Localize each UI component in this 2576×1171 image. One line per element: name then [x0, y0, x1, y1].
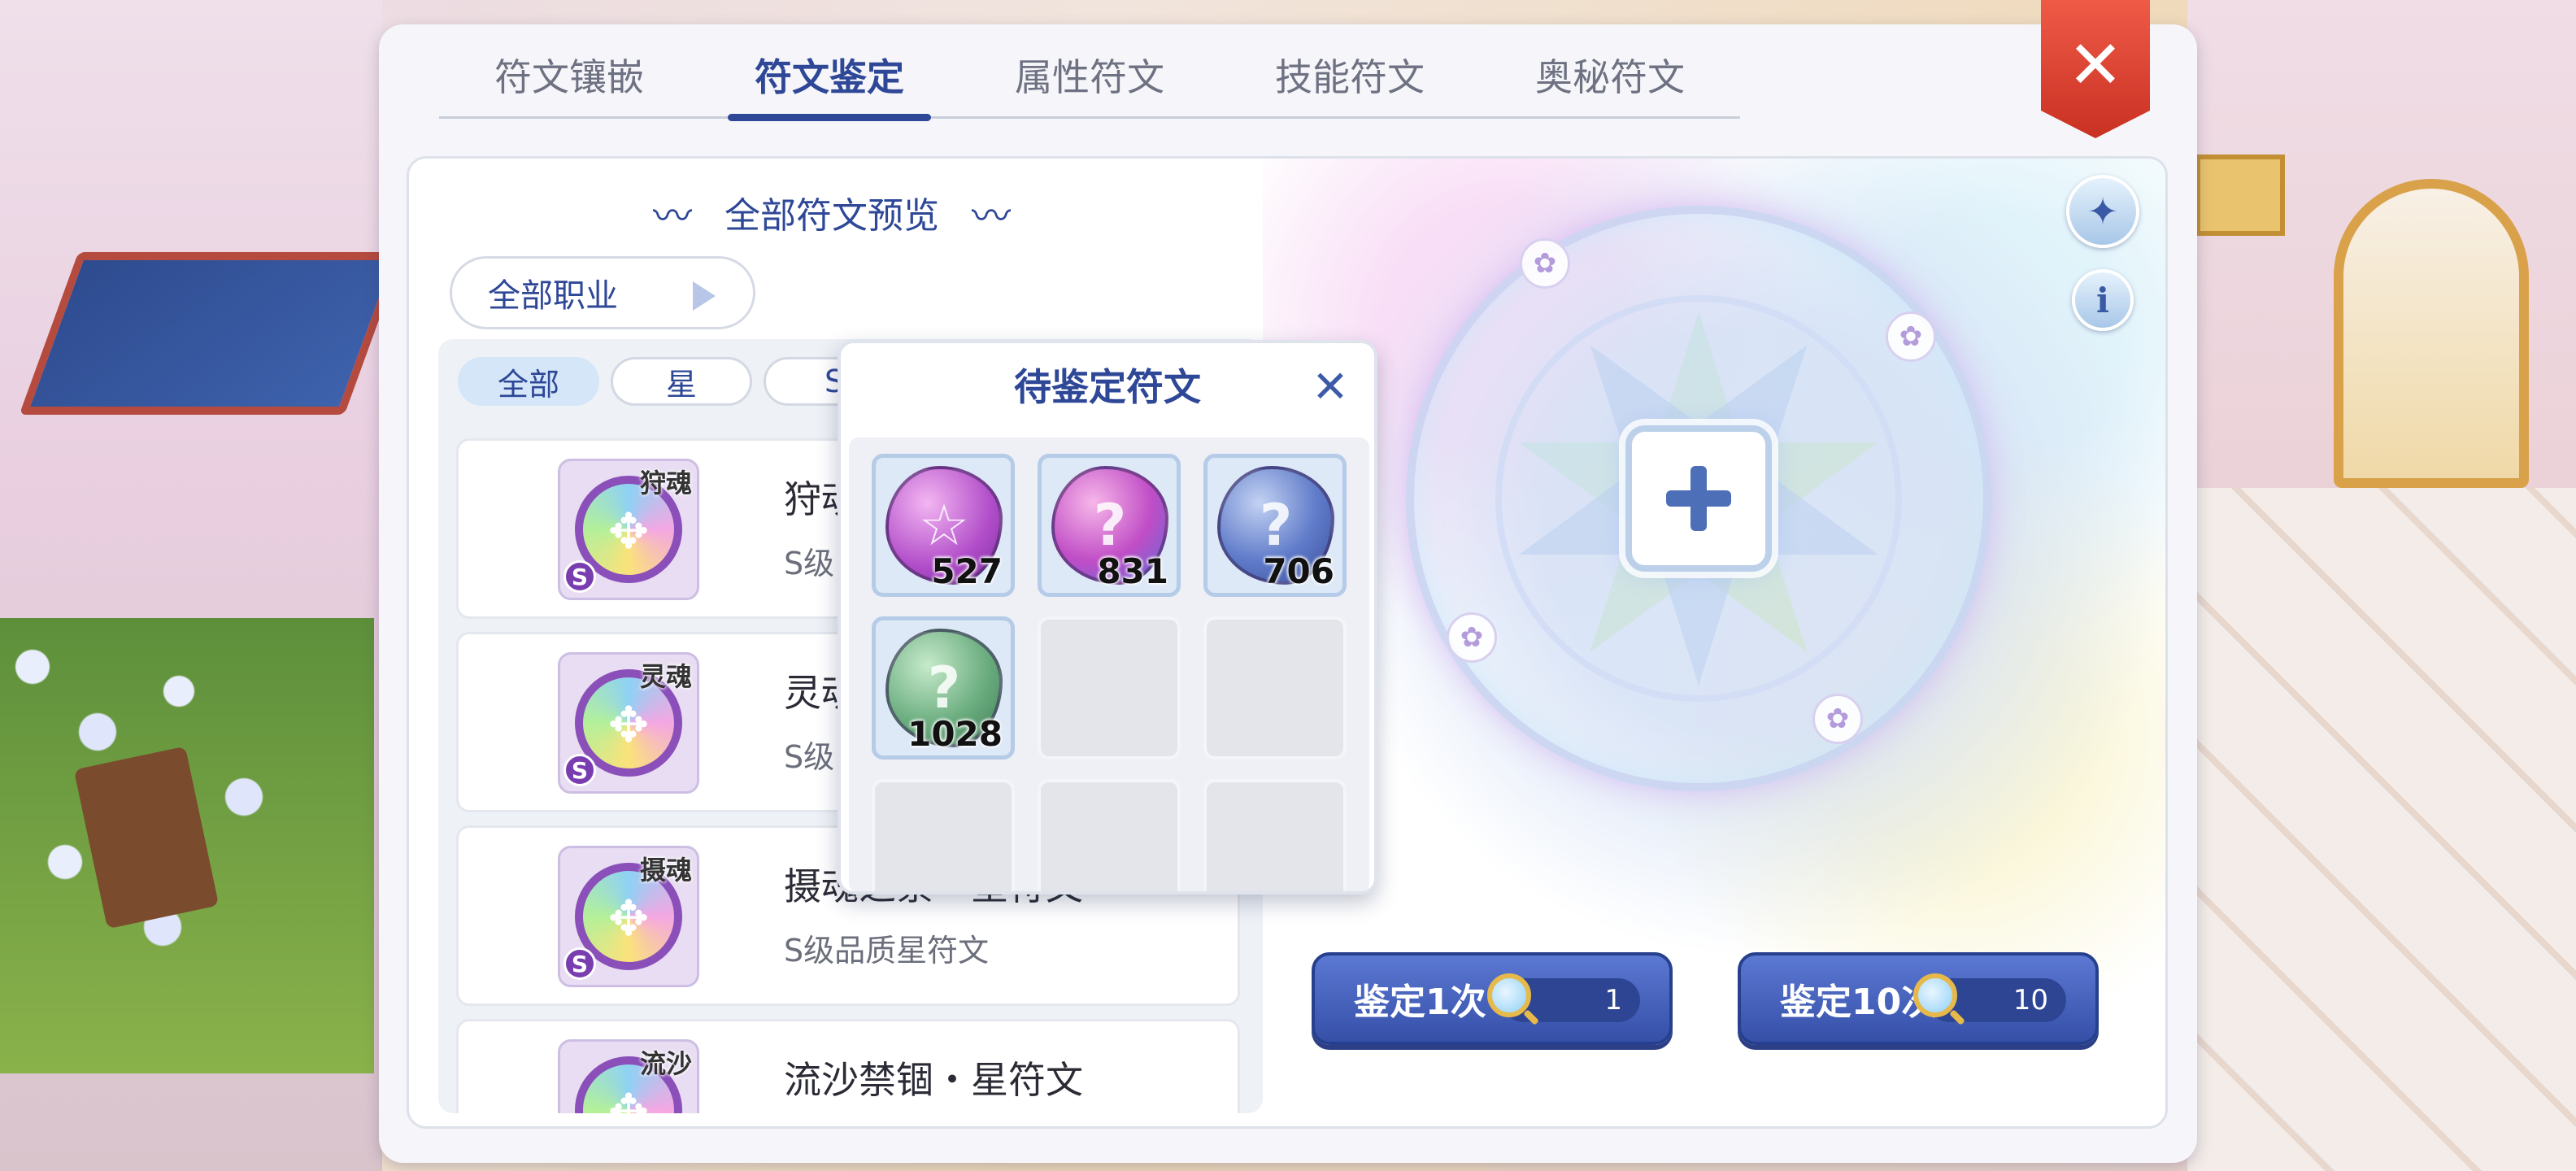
pending-rune-grid: ☆ 527 ? 831 ? 706 ? 1028: [849, 437, 1369, 891]
rune-glyph-icon: ✿: [1520, 238, 1570, 289]
rug: [19, 252, 404, 415]
grade-badge: S: [564, 947, 596, 980]
tab-rune-inlay[interactable]: 符文镶嵌: [439, 49, 699, 116]
cost-value: 10: [2012, 984, 2048, 1016]
magic-wand-icon: ✦: [2086, 189, 2119, 233]
appraise-once-button[interactable]: 鉴定1次 1: [1312, 952, 1673, 1045]
rune-tag: 灵魂: [639, 661, 692, 692]
rune-glyph-icon: ✿: [1812, 694, 1863, 744]
info-button[interactable]: i: [2072, 269, 2134, 331]
empty-slot: [1038, 616, 1181, 760]
job-filter-dropdown[interactable]: 全部职业: [450, 256, 755, 329]
pending-rune-slot[interactable]: ? 831: [1038, 454, 1181, 597]
appraise-once-label: 鉴定1次: [1354, 982, 1486, 1023]
magnifier-icon: [1913, 973, 1957, 1017]
empty-slot: [872, 779, 1015, 891]
filter-all[interactable]: 全部: [458, 357, 599, 406]
empty-slot: [1038, 779, 1181, 891]
rune-medallion-icon: 流沙: [558, 1039, 699, 1113]
tiled-floor: [2187, 488, 2576, 1171]
pending-rune-slot[interactable]: ? 706: [1203, 454, 1347, 597]
rune-subtitle: S级: [784, 546, 835, 581]
rune-medallion-icon: 灵魂 S: [558, 652, 699, 794]
rune-medallion-icon: 狩魂 S: [558, 459, 699, 600]
job-filter-label: 全部职业: [488, 277, 618, 315]
preview-title: 全部符文预览: [724, 195, 939, 237]
rune-subtitle: S级: [784, 739, 835, 775]
tab-attribute-runes[interactable]: 属性符文: [959, 49, 1220, 116]
cost-pill: 1: [1487, 973, 1640, 1022]
magnifier-icon: [1487, 973, 1531, 1017]
list-item[interactable]: 流沙 流沙禁锢・星符文: [456, 1019, 1240, 1113]
pending-rune-slot[interactable]: ? 1028: [872, 616, 1015, 760]
rune-tag: 流沙: [639, 1048, 692, 1079]
rune-medallion-icon: 摄魂 S: [558, 846, 699, 987]
empty-slot: [1203, 616, 1347, 760]
magic-wand-button[interactable]: ✦: [2066, 175, 2139, 248]
close-icon: ✕: [2067, 27, 2124, 104]
grade-badge: S: [564, 754, 596, 786]
rune-count: 706: [1263, 551, 1334, 591]
rune-count: 831: [1097, 551, 1168, 591]
rune-tag: 狩魂: [639, 468, 692, 498]
pending-rune-slot[interactable]: ☆ 527: [872, 454, 1015, 597]
rune-glyph-icon: ✿: [1886, 311, 1936, 362]
close-icon: ✕: [1312, 361, 1349, 412]
empty-slot: [1203, 779, 1347, 891]
cost-value: 1: [1604, 984, 1622, 1016]
rune-name: 流沙禁锢・星符文: [784, 1058, 1083, 1102]
pending-runes-popup: 待鉴定符文 ✕ ☆ 527 ? 831 ? 706 ? 1028: [838, 340, 1377, 895]
tab-skill-runes[interactable]: 技能符文: [1220, 49, 1480, 116]
rune-subtitle: S级品质星符文: [784, 933, 990, 969]
rune-tabs: 符文镶嵌 符文鉴定 属性符文 技能符文 奥秘符文: [439, 49, 1740, 121]
add-rune-slot[interactable]: [1625, 425, 1772, 572]
info-icon: i: [2096, 280, 2109, 320]
swirl-left-icon: 〰: [652, 194, 692, 239]
plus-icon: [1666, 466, 1731, 531]
cost-pill: 10: [1913, 973, 2066, 1022]
tab-arcane-runes[interactable]: 奥秘符文: [1480, 49, 1740, 116]
ornate-door: [2334, 179, 2529, 488]
rune-tag: 摄魂: [639, 855, 692, 886]
magic-circle: ✿ ✿ ✿ ✿: [1406, 206, 1991, 791]
popup-title: 待鉴定符文: [1014, 365, 1201, 409]
tab-rune-appraisal[interactable]: 符文鉴定: [699, 49, 959, 121]
preview-header: 〰 全部符文预览 〰: [604, 188, 1060, 239]
rune-count: 1028: [907, 714, 1003, 754]
swirl-right-icon: 〰: [972, 194, 1012, 239]
grade-badge: S: [564, 560, 596, 593]
close-popup-button[interactable]: ✕: [1308, 364, 1353, 410]
filter-star[interactable]: 星: [611, 357, 752, 406]
rune-glyph-icon: ✿: [1447, 612, 1497, 663]
rune-count: 527: [931, 551, 1003, 591]
appraise-ten-button[interactable]: 鉴定10次 10: [1738, 952, 2099, 1045]
wall-painting: [2195, 155, 2285, 236]
play-arrow-icon: [693, 281, 716, 311]
close-panel-button[interactable]: ✕: [2041, 0, 2150, 138]
